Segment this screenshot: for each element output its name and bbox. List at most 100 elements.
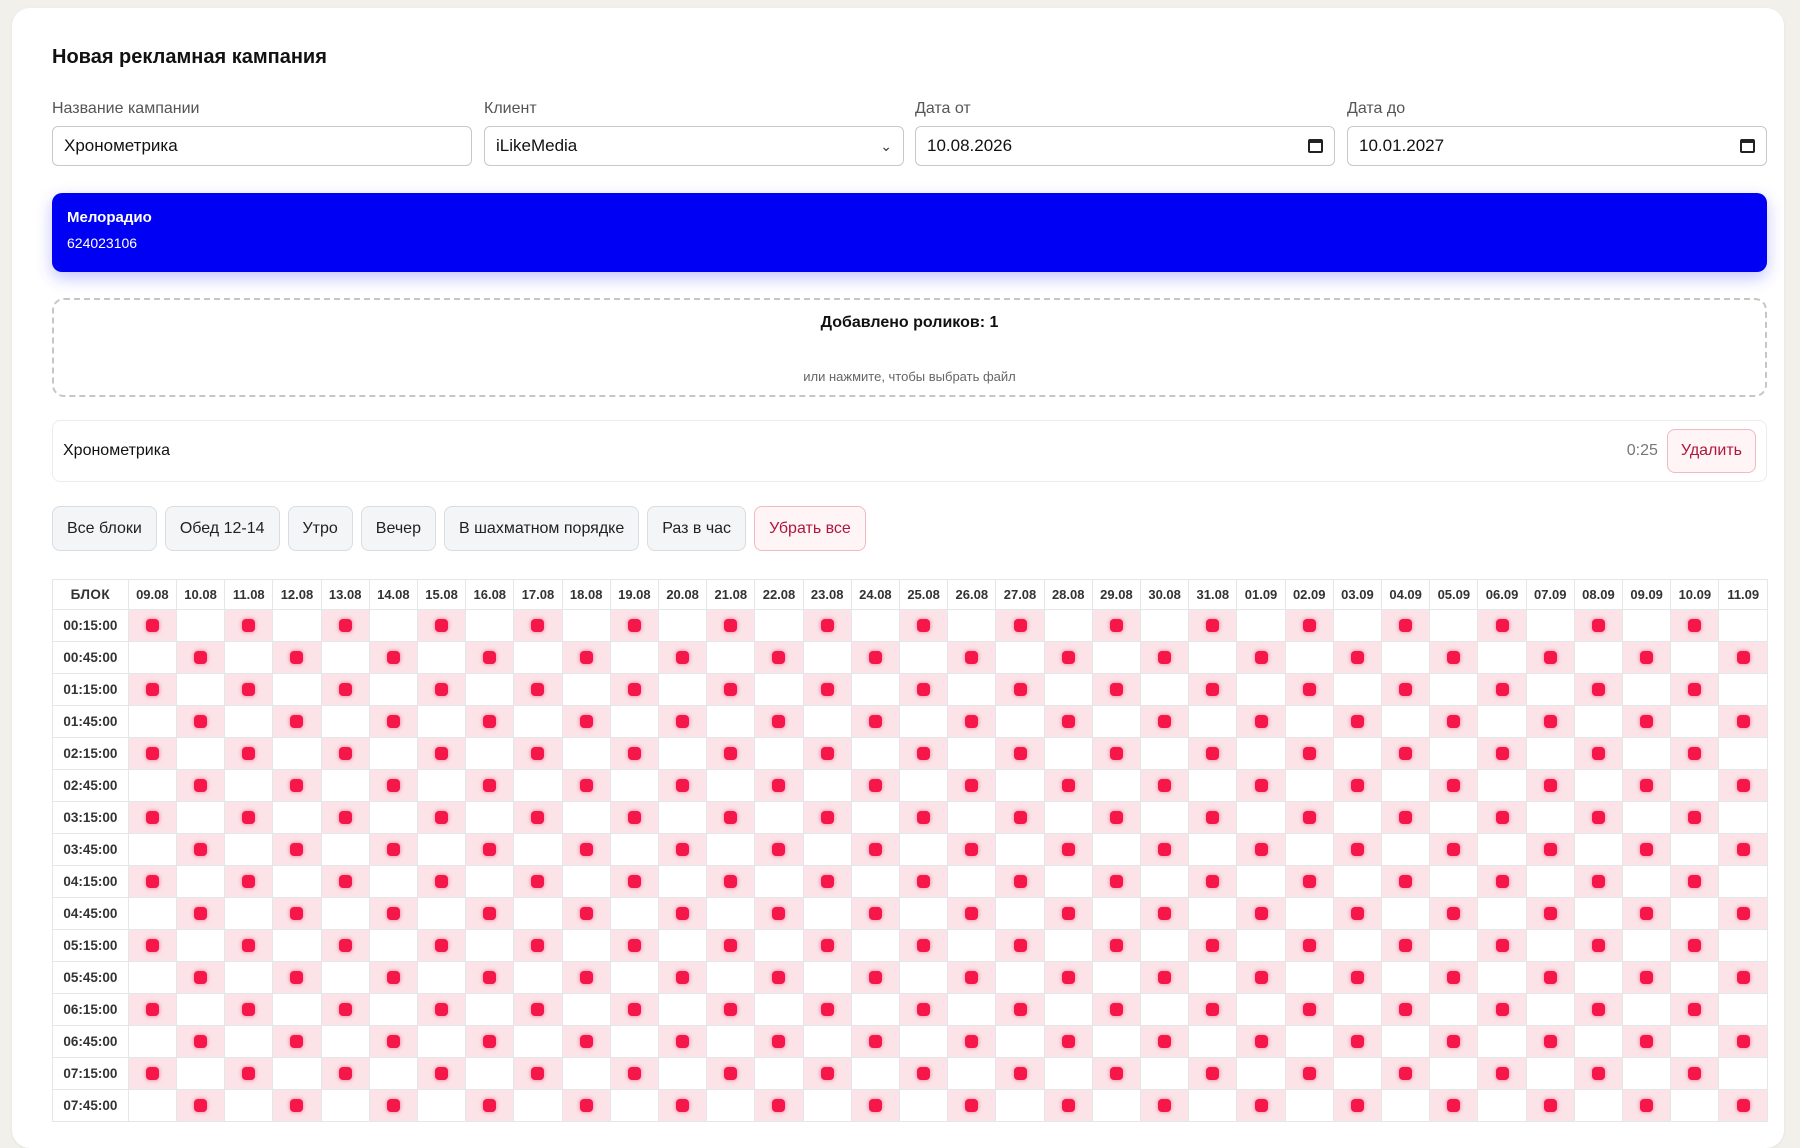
schedule-cell[interactable] xyxy=(609,929,659,962)
schedule-cell[interactable] xyxy=(320,801,370,834)
schedule-cell[interactable] xyxy=(1091,1025,1142,1058)
schedule-cell[interactable] xyxy=(609,737,659,770)
schedule-cell[interactable] xyxy=(898,1025,949,1058)
schedule-cell[interactable] xyxy=(1284,1057,1334,1090)
schedule-cell[interactable] xyxy=(898,737,949,770)
schedule-cell[interactable] xyxy=(1188,801,1238,834)
schedule-cell[interactable] xyxy=(1429,641,1479,674)
schedule-cell[interactable] xyxy=(1332,705,1383,738)
schedule-cell[interactable] xyxy=(1573,641,1624,674)
schedule-cell[interactable] xyxy=(754,641,804,674)
schedule-cell[interactable] xyxy=(754,929,804,962)
schedule-cell[interactable] xyxy=(1332,1025,1383,1058)
schedule-cell[interactable] xyxy=(1332,609,1383,642)
schedule-cell[interactable] xyxy=(1429,1057,1479,1090)
schedule-cell[interactable] xyxy=(1140,993,1190,1026)
schedule-cell[interactable] xyxy=(706,897,756,930)
schedule-cell[interactable] xyxy=(1429,705,1479,738)
schedule-cell[interactable] xyxy=(1622,897,1672,930)
date-header[interactable]: 07.09 xyxy=(1525,579,1575,610)
schedule-cell[interactable] xyxy=(272,769,322,802)
station-card[interactable]: Мелорадио 624023106 xyxy=(52,193,1767,272)
schedule-cell[interactable] xyxy=(1236,609,1286,642)
schedule-cell[interactable] xyxy=(850,865,901,898)
schedule-cell[interactable] xyxy=(1091,737,1142,770)
schedule-cell[interactable] xyxy=(1429,1025,1479,1058)
schedule-cell[interactable] xyxy=(802,705,852,738)
schedule-cell[interactable] xyxy=(1429,769,1479,802)
schedule-cell[interactable] xyxy=(561,1025,611,1058)
schedule-cell[interactable] xyxy=(1477,673,1527,706)
schedule-cell[interactable] xyxy=(1091,801,1142,834)
schedule-cell[interactable] xyxy=(1477,641,1527,674)
schedule-cell[interactable] xyxy=(850,1057,901,1090)
schedule-cell[interactable] xyxy=(1573,833,1624,866)
schedule-cell[interactable] xyxy=(1381,1025,1431,1058)
schedule-cell[interactable] xyxy=(995,609,1045,642)
date-header[interactable]: 08.09 xyxy=(1573,579,1624,610)
schedule-cell[interactable] xyxy=(368,993,418,1026)
schedule-cell[interactable] xyxy=(1381,993,1431,1026)
schedule-cell[interactable] xyxy=(127,801,177,834)
schedule-cell[interactable] xyxy=(995,865,1045,898)
schedule-cell[interactable] xyxy=(850,769,901,802)
schedule-cell[interactable] xyxy=(1573,673,1624,706)
schedule-cell[interactable] xyxy=(416,993,467,1026)
schedule-cell[interactable] xyxy=(416,961,467,994)
schedule-cell[interactable] xyxy=(465,865,515,898)
date-header[interactable]: 05.09 xyxy=(1429,579,1479,610)
calendar-icon[interactable] xyxy=(1740,139,1755,153)
date-header[interactable]: 28.08 xyxy=(1043,579,1093,610)
schedule-cell[interactable] xyxy=(706,1025,756,1058)
schedule-cell[interactable] xyxy=(850,705,901,738)
schedule-cell[interactable] xyxy=(320,961,370,994)
preset-lunch-button[interactable]: Обед 12-14 xyxy=(164,506,280,551)
schedule-cell[interactable] xyxy=(561,673,611,706)
schedule-cell[interactable] xyxy=(1670,737,1720,770)
schedule-cell[interactable] xyxy=(657,1057,708,1090)
schedule-cell[interactable] xyxy=(1718,641,1768,674)
schedule-cell[interactable] xyxy=(1622,929,1672,962)
schedule-cell[interactable] xyxy=(513,769,563,802)
schedule-cell[interactable] xyxy=(1332,865,1383,898)
schedule-cell[interactable] xyxy=(1670,993,1720,1026)
schedule-cell[interactable] xyxy=(1718,897,1768,930)
schedule-cell[interactable] xyxy=(1670,929,1720,962)
schedule-cell[interactable] xyxy=(1525,801,1575,834)
schedule-cell[interactable] xyxy=(1381,833,1431,866)
upload-dropzone[interactable]: Добавлено роликов: 1 или нажмите, чтобы … xyxy=(52,298,1767,397)
schedule-cell[interactable] xyxy=(802,833,852,866)
campaign-name-input[interactable]: Хронометрика xyxy=(52,126,472,166)
schedule-cell[interactable] xyxy=(513,673,563,706)
schedule-cell[interactable] xyxy=(1573,737,1624,770)
schedule-cell[interactable] xyxy=(1525,769,1575,802)
schedule-cell[interactable] xyxy=(465,833,515,866)
schedule-cell[interactable] xyxy=(1236,673,1286,706)
schedule-cell[interactable] xyxy=(416,929,467,962)
schedule-cell[interactable] xyxy=(175,705,226,738)
schedule-cell[interactable] xyxy=(850,993,901,1026)
schedule-cell[interactable] xyxy=(465,641,515,674)
schedule-cell[interactable] xyxy=(1381,961,1431,994)
schedule-cell[interactable] xyxy=(1381,865,1431,898)
schedule-cell[interactable] xyxy=(513,897,563,930)
schedule-cell[interactable] xyxy=(127,897,177,930)
schedule-cell[interactable] xyxy=(368,961,418,994)
schedule-cell[interactable] xyxy=(416,609,467,642)
schedule-cell[interactable] xyxy=(1477,1025,1527,1058)
schedule-cell[interactable] xyxy=(1284,833,1334,866)
schedule-cell[interactable] xyxy=(416,865,467,898)
schedule-cell[interactable] xyxy=(706,609,756,642)
schedule-cell[interactable] xyxy=(416,641,467,674)
schedule-cell[interactable] xyxy=(416,897,467,930)
schedule-cell[interactable] xyxy=(1043,769,1093,802)
schedule-cell[interactable] xyxy=(1043,673,1093,706)
schedule-cell[interactable] xyxy=(127,961,177,994)
schedule-cell[interactable] xyxy=(1429,673,1479,706)
schedule-cell[interactable] xyxy=(706,737,756,770)
schedule-cell[interactable] xyxy=(657,897,708,930)
schedule-cell[interactable] xyxy=(995,1057,1045,1090)
schedule-cell[interactable] xyxy=(1140,865,1190,898)
schedule-cell[interactable] xyxy=(754,993,804,1026)
schedule-cell[interactable] xyxy=(127,1025,177,1058)
